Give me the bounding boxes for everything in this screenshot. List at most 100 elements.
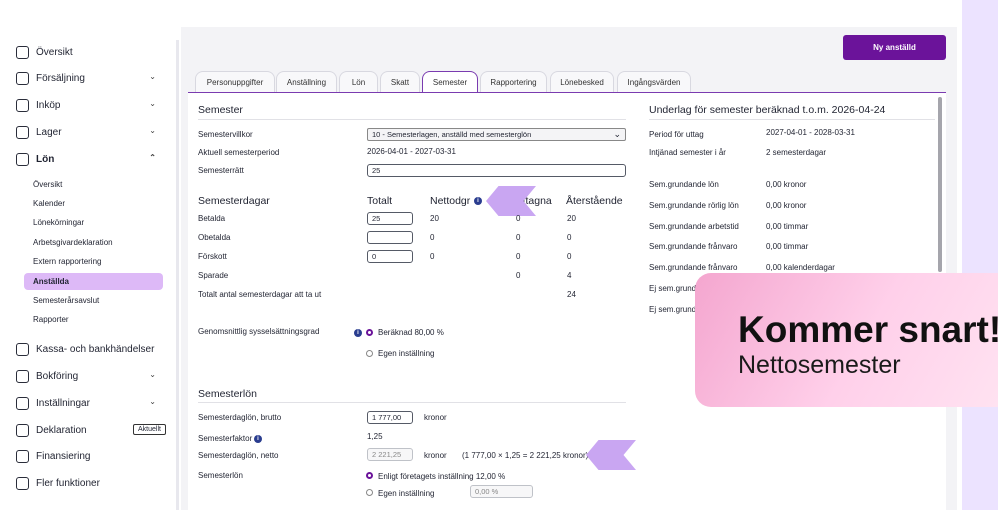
section-title-semesterdagar: Semesterdagar bbox=[198, 195, 270, 207]
syss-option-beraknad: Beräknad 80,00 % bbox=[378, 328, 444, 337]
tab-rapportering[interactable]: Rapportering bbox=[480, 71, 547, 92]
semesterratt-label: Semesterrätt bbox=[198, 166, 244, 175]
underlag-label: Sem.grundande frånvaro bbox=[649, 242, 738, 251]
semestervillkor-value: 10 - Semesterlagen, anställd med semeste… bbox=[372, 130, 532, 139]
tab-skatt[interactable]: Skatt bbox=[380, 71, 420, 92]
chevron-up-icon: ⌃ bbox=[149, 153, 156, 162]
semlon-radio-egen[interactable] bbox=[366, 489, 373, 496]
tab-lon[interactable]: Lön bbox=[339, 71, 378, 92]
sidebar-sub-extern-rapportering[interactable]: Extern rapportering bbox=[24, 253, 163, 270]
underlag-label: Sem.grundande lön bbox=[649, 180, 719, 189]
underlag-label: Sem.grundande arbetstid bbox=[649, 222, 739, 231]
underlag-value: 2 semesterdagar bbox=[766, 148, 827, 157]
obetalda-total-input[interactable] bbox=[367, 231, 413, 244]
sidebar-item-label: Fler funktioner bbox=[36, 477, 100, 489]
coins-icon bbox=[16, 342, 29, 356]
sidebar-item-kassa[interactable]: Kassa- och bankhändelser bbox=[16, 339, 162, 359]
sidebar-sub-semesterarsavslut[interactable]: Semesterårsavslut bbox=[24, 292, 163, 309]
sidebar-item-label: Översikt bbox=[36, 46, 73, 58]
underlag-label: Period för uttag bbox=[649, 130, 704, 139]
sidebar-item-label: Lager bbox=[36, 126, 62, 138]
new-employee-button[interactable]: Ny anställd bbox=[843, 35, 946, 60]
sidebar-item-fler-funktioner[interactable]: Fler funktioner bbox=[16, 473, 162, 493]
forskott-total-input[interactable]: 0 bbox=[367, 250, 413, 263]
syss-label: Genomsnittlig sysselsättningsgrad bbox=[198, 327, 320, 336]
sidebar-item-oversikt[interactable]: Översikt bbox=[16, 42, 162, 62]
sidebar-sub-anstallda[interactable]: Anställda bbox=[24, 273, 163, 290]
semesterlon-label: Semesterlön bbox=[198, 471, 243, 480]
sidebar-item-finansiering[interactable]: Finansiering bbox=[16, 446, 162, 466]
total-label: Totalt antal semesterdagar att ta ut bbox=[198, 290, 322, 299]
semlon-option-foretag: Enligt företagets inställning 12,00 % bbox=[378, 472, 506, 481]
sidebar-item-label: Kassa- och bankhändelser bbox=[36, 343, 155, 355]
sidebar-item-bokforing[interactable]: Bokföring ⌄ bbox=[16, 366, 162, 386]
semlon-radio-foretag[interactable] bbox=[366, 472, 373, 479]
chevron-down-icon: ⌄ bbox=[149, 126, 156, 135]
tab-semester[interactable]: Semester bbox=[422, 71, 478, 93]
tab-anstallning[interactable]: Anställning bbox=[276, 71, 337, 92]
underlag-label: Sem.grundande rörlig lön bbox=[649, 201, 739, 210]
tab-lonebesked[interactable]: Lönebesked bbox=[550, 71, 614, 92]
chevron-down-icon: ⌄ bbox=[149, 370, 156, 379]
brutto-input[interactable]: 1 777,00 bbox=[367, 411, 413, 424]
divider bbox=[198, 402, 626, 403]
info-icon[interactable]: i bbox=[254, 435, 262, 443]
sidebar-item-label: Försäljning bbox=[36, 72, 85, 84]
faktor-label: Semesterfaktor bbox=[198, 434, 253, 443]
col-header-aterstaende: Återstående bbox=[566, 195, 623, 207]
betalda-netto: 20 bbox=[430, 214, 439, 223]
row-label-betalda: Betalda bbox=[198, 214, 226, 223]
chevron-down-icon: ⌄ bbox=[149, 99, 156, 108]
row-label-sparade: Sparade bbox=[198, 271, 229, 280]
betalda-aterstaende: 20 bbox=[567, 214, 576, 223]
gear-icon bbox=[16, 396, 29, 410]
grid-icon bbox=[16, 45, 29, 59]
brutto-label: Semesterdaglön, brutto bbox=[198, 413, 282, 422]
sidebar-item-lager[interactable]: Lager ⌄ bbox=[16, 122, 162, 142]
sidebar-item-label: Bokföring bbox=[36, 370, 79, 382]
forskott-aterstaende: 0 bbox=[567, 252, 572, 261]
syss-radio-egen[interactable] bbox=[366, 350, 373, 357]
sidebar-sub-kalender[interactable]: Kalender bbox=[24, 195, 163, 212]
underlag-label: Sem.grundande frånvaro bbox=[649, 263, 738, 272]
betalda-uttagna: 0 bbox=[516, 214, 521, 223]
tab-personuppgifter[interactable]: Personuppgifter bbox=[195, 71, 275, 92]
credit-card-icon bbox=[16, 449, 29, 463]
sidebar-sub-oversikt[interactable]: Översikt bbox=[24, 176, 163, 193]
sidebar-item-installningar[interactable]: Inställningar ⌄ bbox=[16, 393, 162, 413]
promo-subtitle: Nettosemester bbox=[738, 351, 901, 379]
sparade-uttagna: 0 bbox=[516, 271, 521, 280]
sidebar-item-label: Lön bbox=[36, 153, 55, 165]
underlag-value: 0,00 timmar bbox=[766, 222, 809, 231]
background-stripe bbox=[962, 0, 998, 510]
semlon-egen-input[interactable]: 0,00 % bbox=[470, 485, 533, 498]
info-icon[interactable]: i bbox=[354, 329, 362, 337]
syss-radio-beraknad[interactable] bbox=[366, 329, 373, 336]
semlon-option-egen: Egen inställning bbox=[378, 489, 435, 498]
scrollbar[interactable] bbox=[938, 97, 942, 272]
betalda-total-input[interactable]: 25 bbox=[367, 212, 413, 225]
info-icon[interactable]: i bbox=[474, 197, 482, 205]
sidebar-item-lon[interactable]: Lön ⌃ bbox=[16, 149, 162, 169]
semestervillkor-select[interactable]: 10 - Semesterlagen, anställd med semeste… bbox=[367, 128, 626, 141]
col-header-totalt: Totalt bbox=[367, 195, 393, 207]
underlag-value: 0,00 kronor bbox=[766, 180, 807, 189]
sidebar-sub-lonekorningar[interactable]: Lönekörningar bbox=[24, 214, 163, 231]
sidebar-item-label: Finansiering bbox=[36, 450, 91, 462]
sidebar-item-inkop[interactable]: Inköp ⌄ bbox=[16, 95, 162, 115]
sidebar-item-forsaljning[interactable]: Försäljning ⌄ bbox=[16, 68, 162, 88]
sidebar-sub-rapporter[interactable]: Rapporter bbox=[24, 311, 163, 328]
underlag-value: 0,00 kalenderdagar bbox=[766, 263, 835, 272]
section-title-semesterlon: Semesterlön bbox=[198, 388, 257, 400]
netto-unit: kronor bbox=[424, 451, 447, 460]
netto-input: 2 221,25 bbox=[367, 448, 413, 461]
row-label-obetalda: Obetalda bbox=[198, 233, 231, 242]
users-icon bbox=[16, 152, 29, 166]
underlag-value: 0,00 timmar bbox=[766, 242, 809, 251]
total-value: 24 bbox=[567, 290, 576, 299]
semesterratt-input[interactable]: 25 bbox=[367, 164, 626, 177]
sidebar-sub-arbetsgivardeklaration[interactable]: Arbetsgivardeklaration bbox=[24, 234, 163, 251]
promo-title: Kommer snart! bbox=[738, 309, 998, 350]
underlag-value: 0,00 kronor bbox=[766, 201, 807, 210]
tab-ingangsvarden[interactable]: Ingångsvärden bbox=[617, 71, 691, 92]
